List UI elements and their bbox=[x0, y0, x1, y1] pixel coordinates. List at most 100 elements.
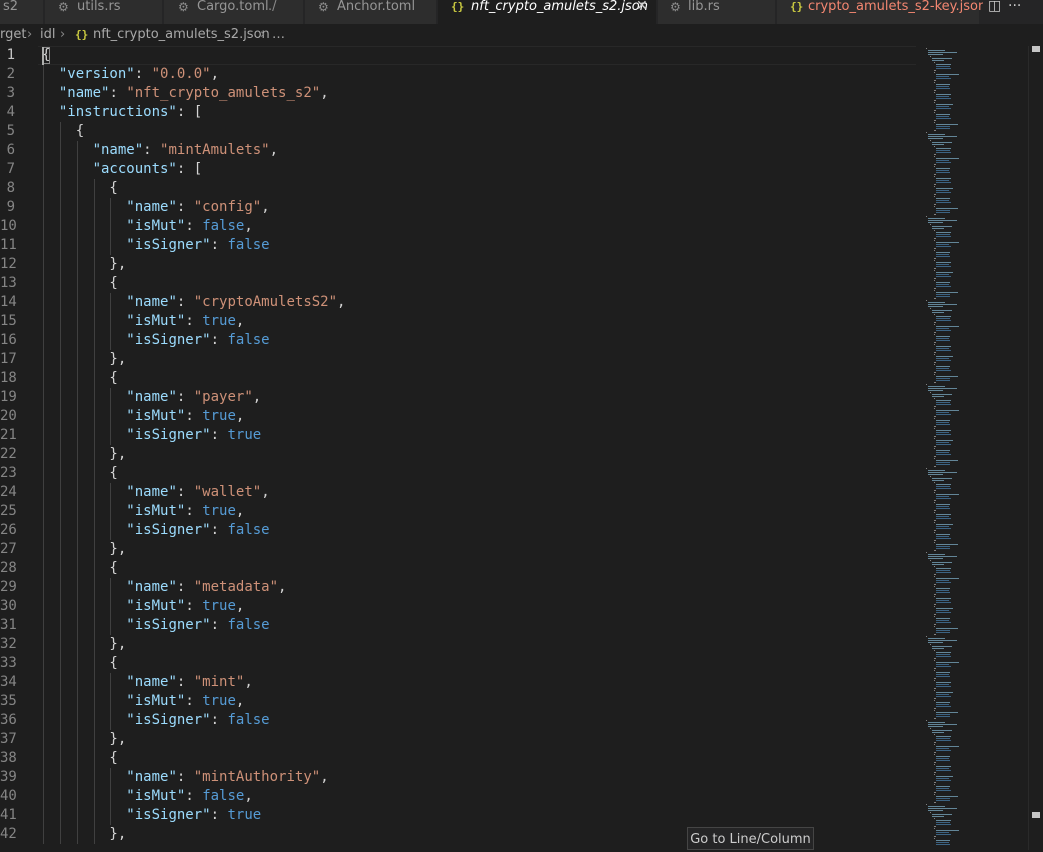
tab-anchor-toml[interactable]: ⚙ Anchor.toml bbox=[305, 0, 437, 24]
indent-guide bbox=[76, 673, 78, 692]
tab-crypto-amulets-s2-key-json[interactable]: {} crypto_amulets_s2-key.json bbox=[777, 0, 986, 24]
minimap-line bbox=[936, 108, 952, 109]
code-line: }, bbox=[42, 446, 127, 462]
minimap-line bbox=[930, 812, 931, 813]
minimap-line bbox=[936, 86, 949, 87]
minimap-line bbox=[936, 746, 960, 747]
minimap-line bbox=[936, 656, 952, 657]
minimap-line bbox=[934, 762, 936, 763]
minimap-line bbox=[934, 650, 935, 651]
indent-guide bbox=[43, 84, 44, 103]
indent-guide bbox=[59, 426, 61, 445]
indent-guide bbox=[43, 464, 44, 483]
minimap-line bbox=[934, 206, 935, 207]
breadcrumb-item-idl[interactable]: idl bbox=[40, 27, 55, 42]
line-number-gutter[interactable]: 1 2 3 4 5 6 7 8 9 10 11 12 13 14 15 16 17 18 19 20 21 22 23 24 2… bbox=[0, 46, 38, 850]
minimap-line bbox=[936, 608, 954, 609]
vertical-scrollbar[interactable] bbox=[1028, 46, 1043, 850]
tab-lib-rs[interactable]: ⚙ lib.rs bbox=[658, 0, 776, 24]
minimap-line bbox=[936, 366, 950, 367]
minimap-line bbox=[936, 662, 960, 663]
indent-guide bbox=[59, 768, 61, 787]
breadcrumb-item-file[interactable]: nft_crypto_amulets_s2.json bbox=[93, 27, 270, 42]
indent-guide bbox=[43, 274, 44, 293]
minimap-line bbox=[936, 736, 952, 737]
minimap-line bbox=[934, 530, 936, 531]
minimap[interactable] bbox=[916, 46, 1028, 850]
minimap-line bbox=[934, 734, 935, 735]
minimap-line bbox=[936, 320, 952, 321]
indent-guide bbox=[43, 312, 44, 331]
minimap-line bbox=[934, 436, 936, 437]
minimap-line bbox=[936, 748, 949, 749]
minimap-line bbox=[936, 630, 950, 631]
minimap-line bbox=[934, 660, 935, 661]
minimap-line bbox=[934, 238, 936, 239]
split-editor-icon[interactable]: ◫ bbox=[988, 0, 1001, 14]
tab-label: nft_crypto_amulets_s2.json bbox=[471, 0, 649, 14]
minimap-line bbox=[934, 566, 935, 567]
indent-guide bbox=[93, 426, 95, 445]
code-editor[interactable]: 1 2 3 4 5 6 7 8 9 10 11 12 13 14 15 16 17 18 19 20 21 22 23 24 2… bbox=[0, 46, 1043, 850]
indent-guide bbox=[93, 407, 95, 426]
minimap-line bbox=[934, 710, 935, 711]
tab-cargo-toml[interactable]: ⚙ Cargo.toml ./ bbox=[164, 0, 304, 24]
minimap-line bbox=[936, 96, 949, 97]
minimap-line bbox=[928, 470, 946, 471]
indent-guide bbox=[43, 141, 44, 160]
minimap-line bbox=[936, 400, 952, 401]
tab-utils-rs[interactable]: ⚙ utils.rs bbox=[45, 0, 163, 24]
minimap-line bbox=[934, 446, 936, 447]
minimap-line bbox=[936, 534, 950, 535]
indent-guide bbox=[59, 483, 61, 502]
minimap-line bbox=[934, 408, 935, 409]
minimap-line bbox=[932, 732, 944, 733]
minimap-line bbox=[936, 768, 949, 769]
tab-label: Anchor.toml bbox=[337, 0, 416, 14]
minimap-line bbox=[936, 326, 960, 327]
close-icon[interactable]: ✕ bbox=[636, 0, 648, 13]
breadcrumb-item-target[interactable]: rget bbox=[0, 27, 26, 42]
minimap-line bbox=[936, 182, 952, 183]
minimap-line bbox=[936, 494, 960, 495]
indent-guide bbox=[43, 483, 44, 502]
indent-guide bbox=[59, 369, 61, 388]
tab-nft-crypto-amulets-s2-json[interactable]: {} nft_crypto_amulets_s2.json ✕ bbox=[438, 0, 657, 24]
indent-guide bbox=[59, 730, 61, 749]
minimap-line bbox=[936, 528, 952, 529]
minimap-line bbox=[936, 832, 949, 833]
gear-icon: ⚙ bbox=[178, 0, 189, 14]
minimap-line bbox=[936, 692, 954, 693]
indent-guide bbox=[110, 483, 112, 502]
minimap-line bbox=[932, 478, 952, 479]
minimap-line bbox=[936, 410, 960, 411]
tab-s2[interactable]: s2 bbox=[0, 0, 44, 24]
minimap-line bbox=[934, 658, 936, 659]
minimap-line bbox=[934, 154, 936, 155]
minimap-line bbox=[934, 416, 936, 417]
minimap-line bbox=[934, 268, 936, 269]
minimap-line bbox=[934, 322, 936, 323]
indent-guide bbox=[59, 806, 61, 825]
minimap-line bbox=[936, 600, 949, 601]
minimap-line bbox=[934, 826, 936, 827]
code-line: { bbox=[42, 123, 85, 139]
indent-guide bbox=[93, 730, 95, 749]
breadcrumb-item-symbol[interactable]: … bbox=[272, 27, 285, 42]
minimap-line bbox=[936, 544, 958, 545]
code-content[interactable]: { "version": "0.0.0", "name": "nft_crypt… bbox=[42, 46, 914, 850]
indent-guide bbox=[76, 540, 78, 559]
indent-guide bbox=[43, 711, 44, 730]
indent-guide bbox=[93, 331, 95, 350]
indent-guide bbox=[76, 388, 78, 407]
more-actions-icon[interactable]: ··· bbox=[1008, 0, 1021, 14]
minimap-line bbox=[934, 240, 935, 241]
minimap-line bbox=[934, 332, 936, 333]
minimap-line bbox=[936, 582, 952, 583]
minimap-line bbox=[936, 822, 950, 823]
line-number: 23 bbox=[0, 465, 17, 481]
minimap-line bbox=[934, 62, 935, 63]
minimap-line bbox=[936, 262, 952, 263]
minimap-line bbox=[934, 438, 935, 439]
line-number: 35 bbox=[0, 693, 17, 709]
